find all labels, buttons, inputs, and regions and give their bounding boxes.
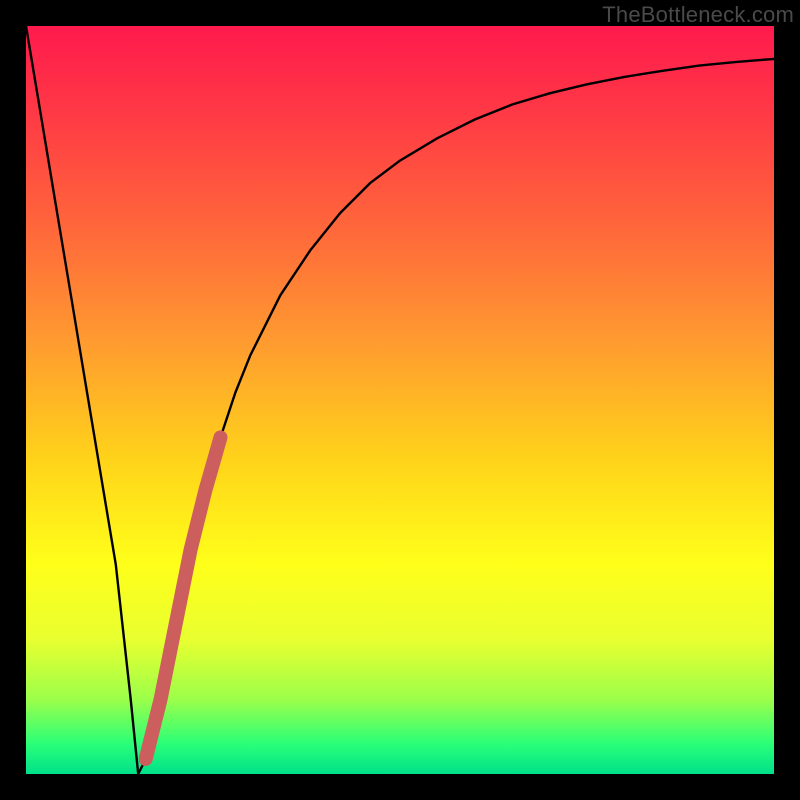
- watermark-text: TheBottleneck.com: [602, 2, 794, 28]
- bottleneck-curve: [26, 26, 774, 774]
- chart-frame: TheBottleneck.com: [0, 0, 800, 800]
- plot-area: [26, 26, 774, 774]
- curve-svg: [26, 26, 774, 774]
- highlight-band: [146, 437, 221, 759]
